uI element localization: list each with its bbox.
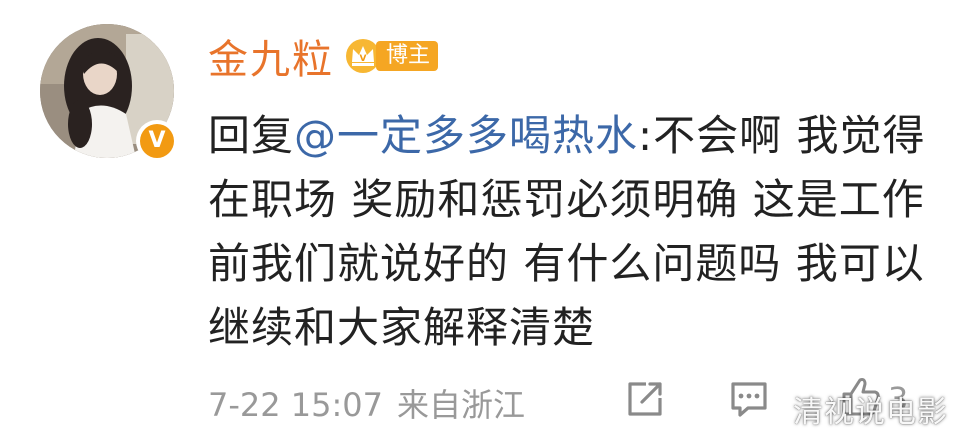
location-source: 来自浙江 [397,386,526,424]
username[interactable]: 金九粒 [208,27,334,85]
user-header: 金九粒 V 博主 [208,27,439,85]
verified-badge: V [136,120,178,162]
share-icon[interactable] [624,378,666,420]
comment-card: V 金九粒 V 博主 回复@一定多多喝热水:不会啊 我觉得在职场 奖励和惩罚必须… [0,0,960,443]
watermark: 清视说电影 [793,395,948,430]
comment-icon[interactable] [728,378,770,420]
comment-meta: 7-22 15:07 来自浙江 [208,380,525,426]
blogger-badge-label: 博主 [376,41,439,71]
mention-link[interactable]: @一定多多喝热水 [294,111,638,160]
avatar-container[interactable]: V [40,24,178,162]
svg-text:V: V [360,54,367,64]
comment-body: 回复@一定多多喝热水:不会啊 我觉得在职场 奖励和惩罚必须明确 这是工作前我们就… [208,104,928,360]
verified-v-icon: V [140,124,174,158]
blogger-badge[interactable]: V 博主 [344,37,439,75]
reply-prefix: 回复 [208,111,295,160]
timestamp: 7-22 15:07 [208,386,384,424]
